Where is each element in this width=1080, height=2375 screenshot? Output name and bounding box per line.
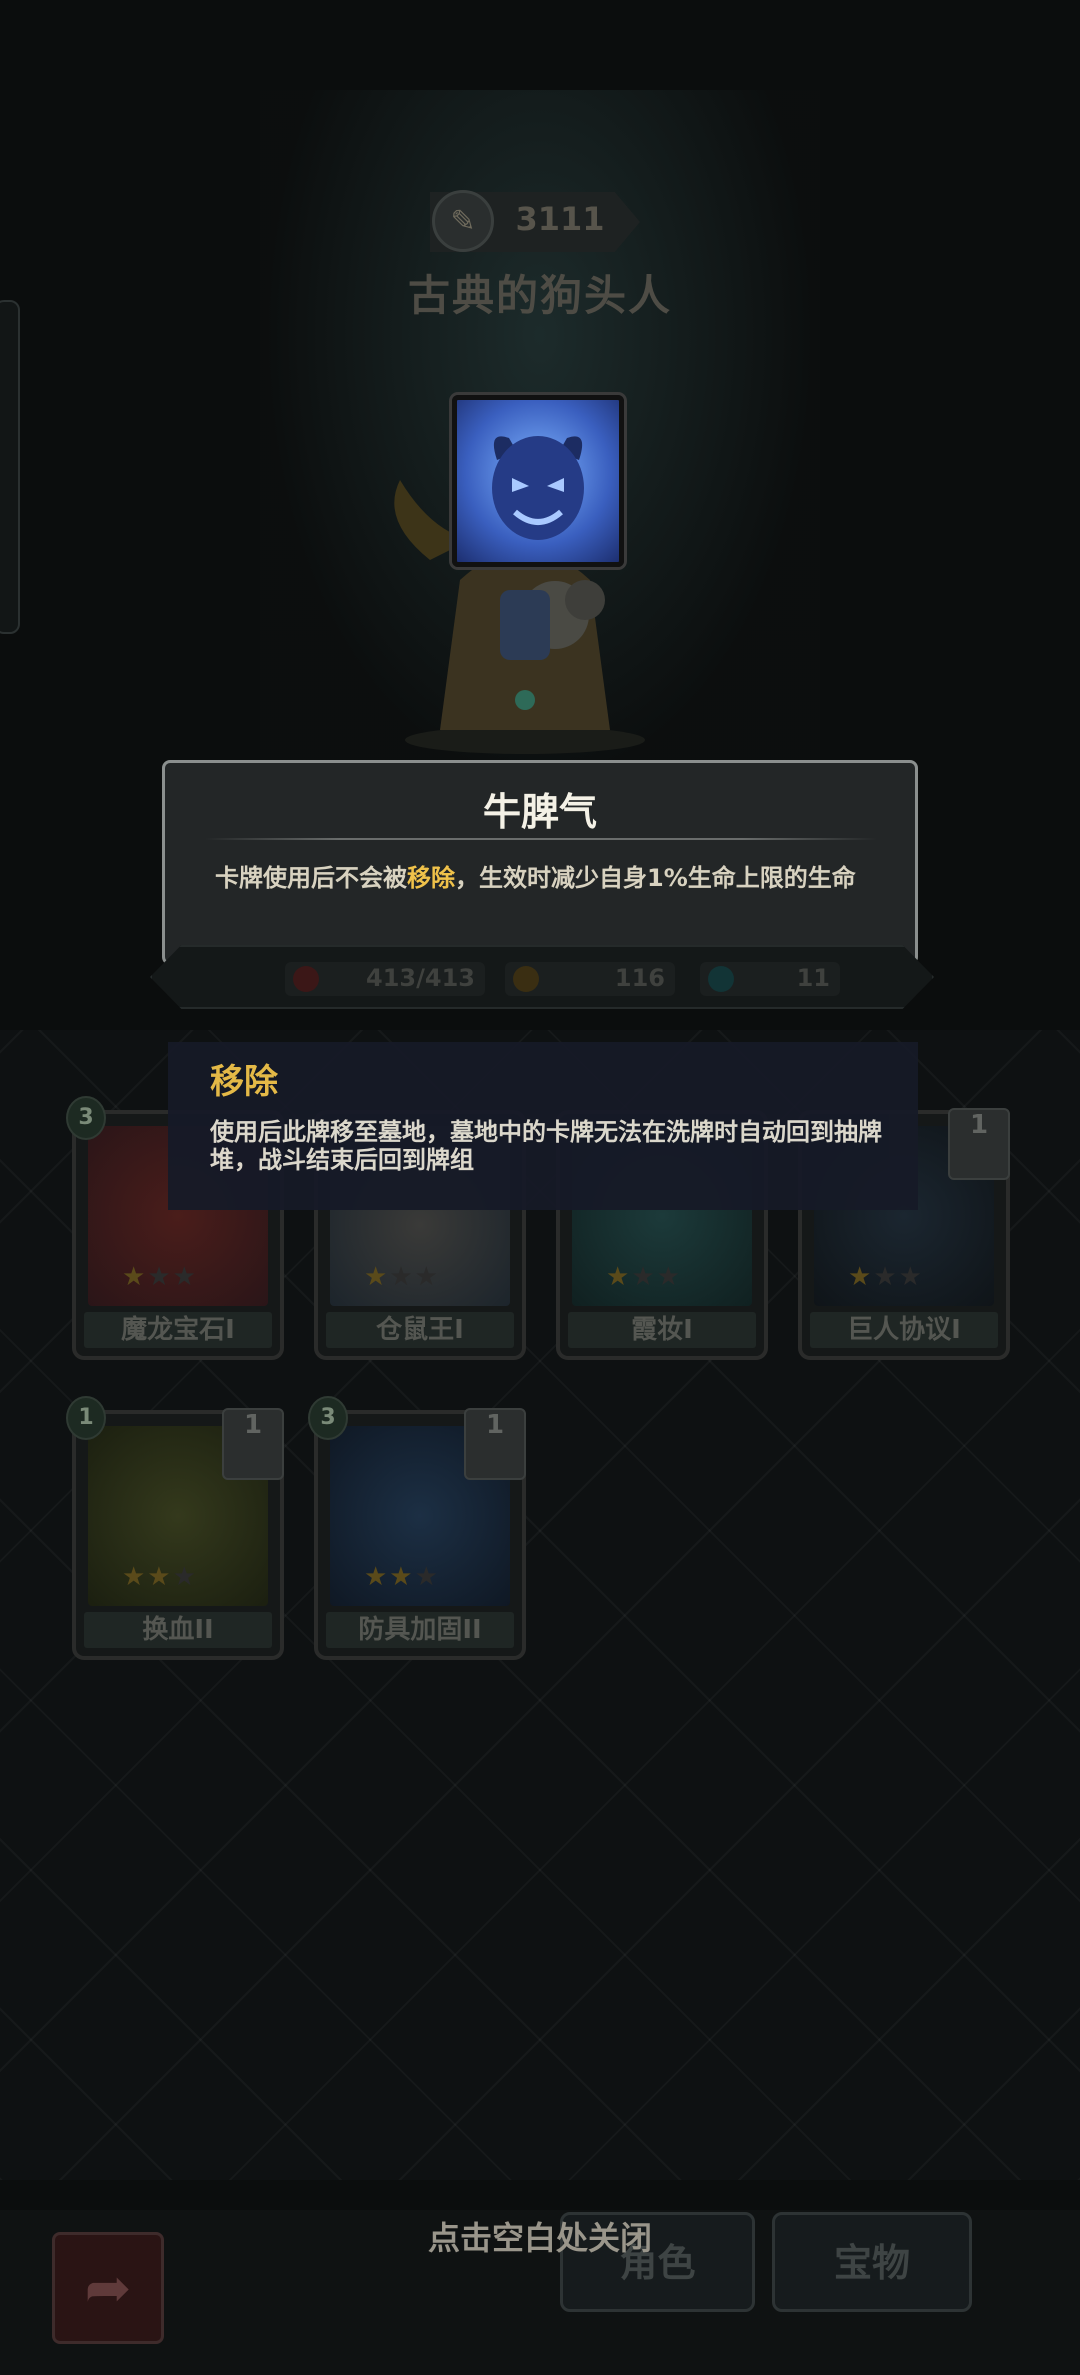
keyword-description: 使用后此牌移至墓地，墓地中的卡牌无法在洗牌时自动回到抽牌堆，战斗结束后回到牌组 bbox=[210, 1118, 882, 1174]
tab-treasure[interactable]: 宝物 bbox=[772, 2212, 972, 2312]
sword-icon bbox=[513, 966, 539, 992]
card-copies-badge: 1 bbox=[464, 1408, 526, 1480]
stat-energy: 11 bbox=[700, 962, 840, 996]
back-arrow-icon: ➦ bbox=[84, 2255, 132, 2321]
card-copies-badge: 1 bbox=[222, 1408, 284, 1480]
quill-icon: ✎ bbox=[432, 190, 494, 252]
card-copies-badge: 1 bbox=[948, 1108, 1010, 1180]
keyword-title: 移除 bbox=[210, 1062, 278, 1102]
energy-icon bbox=[708, 966, 734, 992]
stat-attack: 116 bbox=[505, 962, 675, 996]
card-item[interactable]: ★★★ 换血II 1 1 bbox=[66, 1396, 284, 1660]
divider bbox=[205, 838, 877, 840]
card-stars: ★★★ bbox=[606, 1262, 682, 1292]
card-name: 巨人协议I bbox=[810, 1312, 998, 1348]
score-value: 3111 bbox=[515, 200, 605, 238]
card-description: 卡牌使用后不会被移除，生效时减少自身1%生命上限的生命 bbox=[215, 864, 856, 892]
card-stars: ★★★ bbox=[122, 1562, 198, 1592]
side-drawer-tab[interactable] bbox=[0, 300, 20, 634]
card-art-icon bbox=[452, 395, 624, 567]
card-cost: 3 bbox=[308, 1396, 348, 1440]
card-stars: ★★★ bbox=[848, 1262, 924, 1292]
card-tooltip: 牛脾气 卡牌使用后不会被移除，生效时减少自身1%生命上限的生命 bbox=[162, 760, 918, 965]
card-cost: 1 bbox=[66, 1396, 106, 1440]
heart-icon bbox=[293, 966, 319, 992]
card-name: 霞妆I bbox=[568, 1312, 756, 1348]
card-stars: ★★★ bbox=[364, 1262, 440, 1292]
back-button[interactable]: ➦ bbox=[52, 2232, 164, 2344]
stat-hp: 413/413 bbox=[285, 962, 485, 996]
card-stars: ★★★ bbox=[364, 1562, 440, 1592]
card-cost: 3 bbox=[66, 1096, 106, 1140]
card-name: 防具加固II bbox=[326, 1612, 514, 1648]
card-name: 换血II bbox=[84, 1612, 272, 1648]
card-item[interactable]: ★★★ 防具加固II 3 1 bbox=[308, 1396, 526, 1660]
character-name: 古典的狗头人 bbox=[407, 271, 672, 320]
card-stars: ★★★ bbox=[122, 1262, 198, 1292]
bull-spirit-icon bbox=[492, 436, 584, 540]
keyword-panel: 移除 使用后此牌移至墓地，墓地中的卡牌无法在洗牌时自动回到抽牌堆，战斗结束后回到… bbox=[168, 1042, 918, 1210]
card-name: 仓鼠王I bbox=[326, 1312, 514, 1348]
keyword-link[interactable]: 移除 bbox=[407, 864, 455, 892]
card-name: 魔龙宝石I bbox=[84, 1312, 272, 1348]
card-title: 牛脾气 bbox=[482, 790, 597, 834]
close-hint[interactable]: 点击空白处关闭 bbox=[340, 2213, 740, 2259]
